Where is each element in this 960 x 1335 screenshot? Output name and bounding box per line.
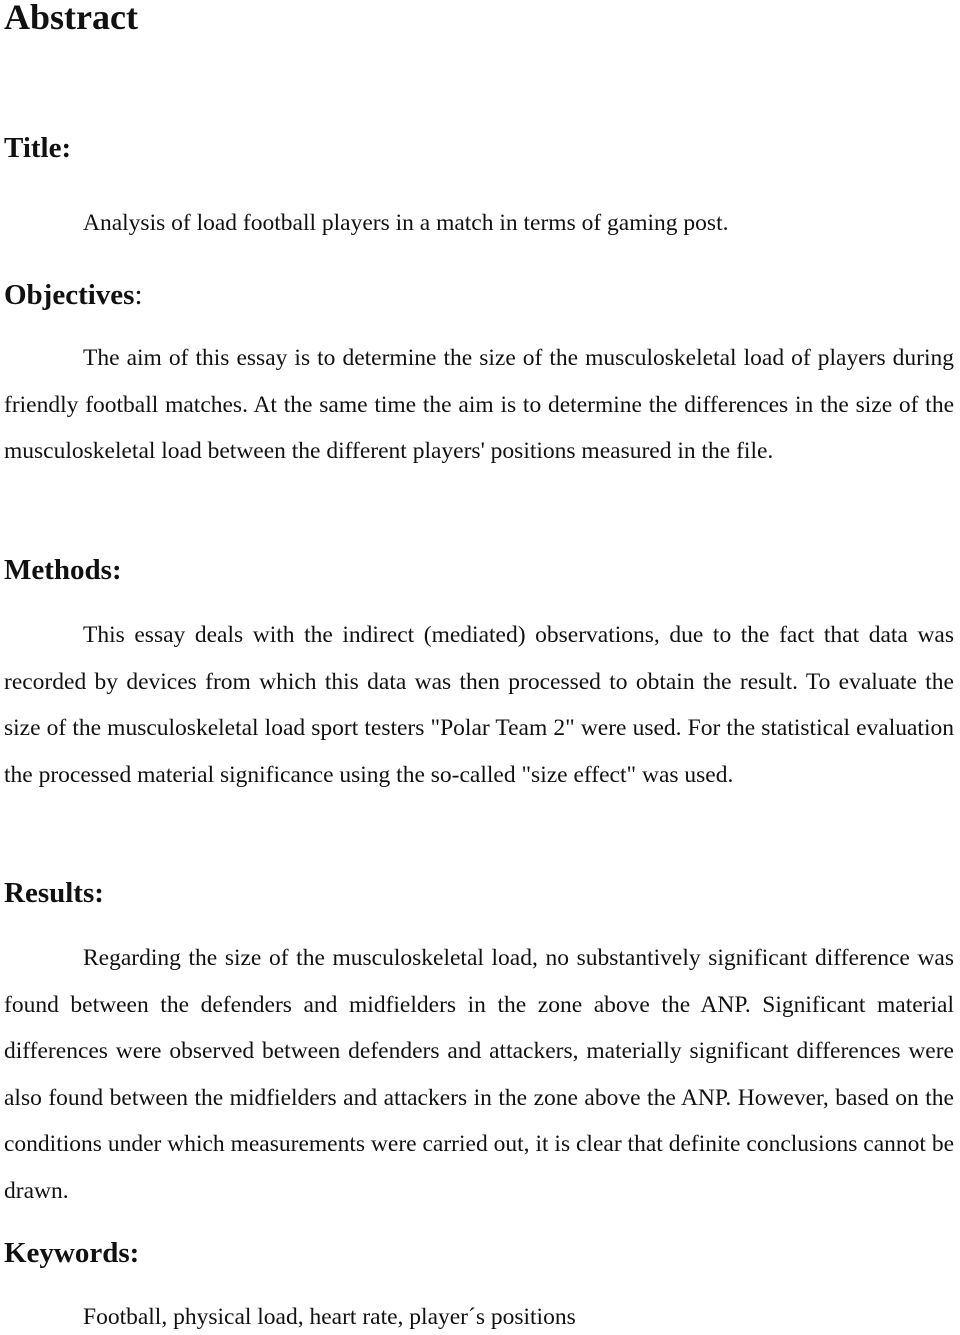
methods-text: This essay deals with the indirect (medi… (4, 622, 954, 788)
heading-colon: : (129, 1237, 140, 1269)
heading-colon: : (134, 279, 143, 311)
objectives-text: The aim of this essay is to determine th… (4, 345, 954, 464)
heading-colon: : (61, 132, 72, 164)
results-text: Regarding the size of the musculoskeleta… (4, 945, 954, 1204)
heading-text: Results (4, 877, 95, 909)
heading-text: Objectives (4, 279, 135, 311)
section-heading-title: Title: (4, 134, 71, 163)
keywords-text: Football, physical load, heart rate, pla… (83, 1304, 576, 1330)
title-text: Analysis of load football players in a m… (83, 210, 729, 236)
heading-text: Title (4, 132, 62, 164)
section-heading-methods: Methods: (4, 556, 122, 585)
heading-colon: : (94, 877, 104, 909)
heading-text: Keywords (4, 1237, 130, 1269)
page-title: Abstract (4, 0, 138, 37)
section-heading-keywords: Keywords: (4, 1239, 139, 1268)
heading-colon: : (111, 554, 122, 586)
heading-text: Methods (4, 554, 112, 586)
section-heading-objectives: Objectives: (4, 281, 143, 310)
section-heading-results: Results: (4, 879, 104, 908)
